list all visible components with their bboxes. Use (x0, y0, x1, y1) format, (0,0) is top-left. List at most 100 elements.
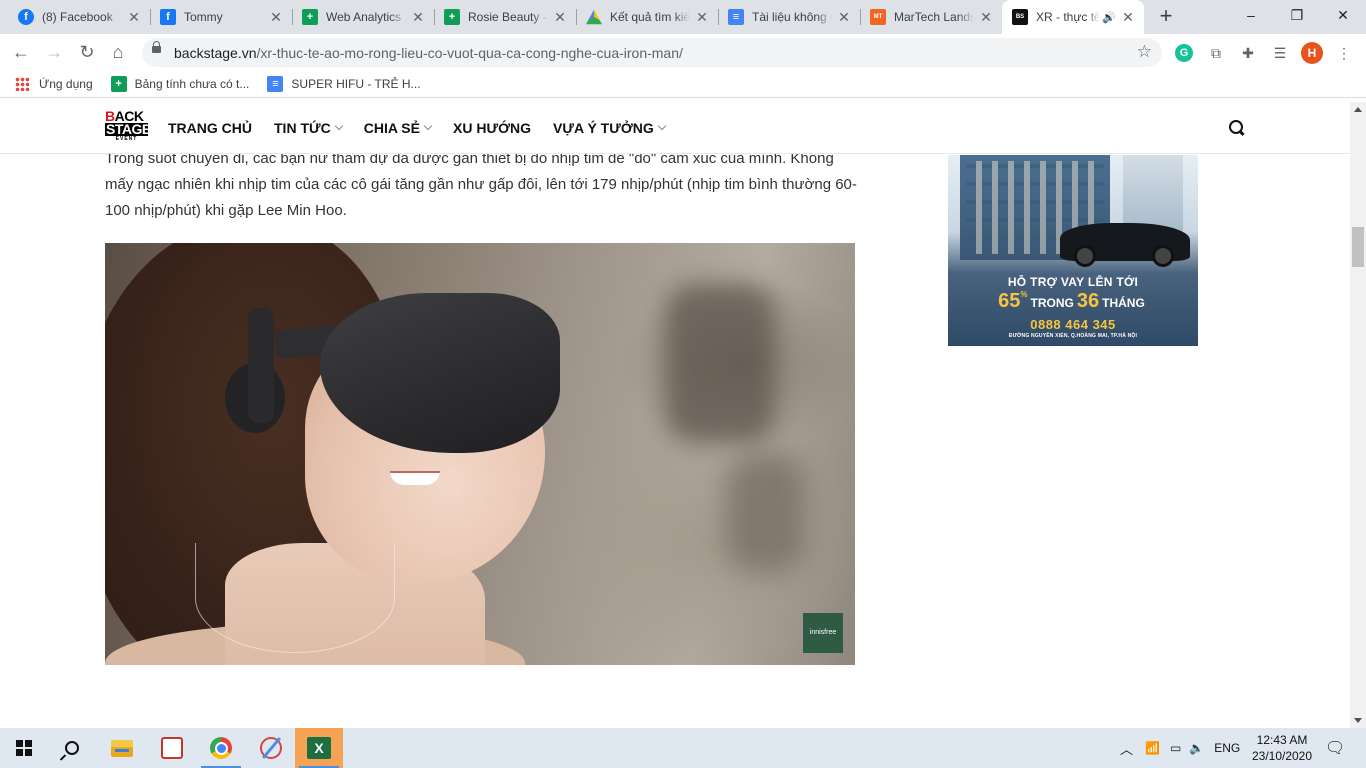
bookmark-apps[interactable]: Ứng dụng (15, 77, 93, 91)
address-bar[interactable]: backstage.vn/xr-thuc-te-ao-mo-rong-lieu-… (142, 38, 1162, 67)
bookmark-super-hifu[interactable]: ≡ SUPER HIFU - TRẺ H... (267, 76, 421, 92)
reload-button[interactable]: ↻ (75, 40, 99, 64)
ad-loan-terms: 65%TRONG 36 THÁNG (998, 290, 1145, 312)
close-window-button[interactable]: ✕ (1320, 0, 1366, 32)
close-icon[interactable]: ✕ (1120, 9, 1136, 25)
forward-button[interactable]: → (42, 40, 66, 64)
chrome-icon (210, 737, 232, 759)
taskbar-chrome[interactable] (197, 728, 245, 768)
clock-date: 23/10/2020 (1251, 749, 1313, 763)
facebook-icon: f (18, 9, 34, 25)
bookmark-spreadsheet[interactable]: + Bảng tính chưa có t... (110, 76, 250, 92)
close-icon[interactable]: ✕ (694, 9, 710, 25)
browser-tab-strip: f (8) Facebook ✕ f Tommy ✕ + Web Analyti… (0, 0, 1366, 34)
backstage-logo[interactable]: BACK STAGE EVENT (105, 109, 151, 144)
taskbar-clock[interactable]: 12:43 AM 23/10/2020 (1242, 732, 1322, 764)
page-scrollbar[interactable] (1350, 102, 1366, 728)
restore-button[interactable]: ❐ (1274, 0, 1320, 32)
tab-martech[interactable]: MT MarTech Landscape ✕ (860, 0, 1002, 34)
folder-icon (111, 739, 133, 757)
close-icon[interactable]: ✕ (410, 9, 426, 25)
tab-untitled-doc[interactable]: ≡ Tài liệu không có ✕ (718, 0, 860, 34)
tab-title: (8) Facebook (42, 10, 113, 24)
search-icon[interactable] (1229, 120, 1245, 136)
tab-web-analytics[interactable]: + Web Analytics ✕ (292, 0, 434, 34)
bookmark-label: Bảng tính chưa có t... (134, 77, 250, 91)
snipping-tool-icon (260, 737, 282, 759)
menu-item-vua-y-tuong[interactable]: VỰA Ý TƯỞNG (553, 120, 667, 136)
wifi-icon[interactable]: 📶 (1145, 741, 1160, 755)
taskbar-app[interactable] (148, 728, 196, 768)
scroll-down-icon[interactable] (1354, 718, 1362, 723)
start-button[interactable] (0, 728, 48, 768)
tab-xr-active[interactable]: BS XR - thực tế 🔊 ✕ (1002, 0, 1144, 34)
back-button[interactable]: ← (9, 40, 33, 64)
url-text[interactable]: backstage.vn/xr-thuc-te-ao-mo-rong-lieu-… (174, 45, 683, 61)
scroll-thumb[interactable] (1352, 227, 1364, 267)
bookmark-label: Ứng dụng (39, 77, 93, 91)
menu-item-trang-chu[interactable]: TRANG CHỦ (168, 120, 252, 136)
menu-item-tin-tuc[interactable]: TIN TỨC (274, 120, 343, 136)
close-icon[interactable]: ✕ (126, 9, 142, 25)
tab-title: XR - thực tế (1036, 10, 1101, 24)
martech-icon: MT (870, 9, 886, 25)
sidebar-ad-banner[interactable]: HỖ TRỢ VAY LÊN TỚI 65%TRONG 36 THÁNG 0888 … (948, 155, 1198, 346)
language-indicator[interactable]: ENG (1214, 741, 1240, 755)
lock-icon[interactable] (152, 41, 161, 53)
close-icon[interactable]: ✕ (268, 9, 284, 25)
close-icon[interactable]: ✕ (978, 9, 994, 25)
tab-facebook[interactable]: f (8) Facebook ✕ (8, 0, 150, 34)
backstage-icon: BS (1012, 9, 1028, 25)
menu-kebab-icon[interactable]: ⋮ (1333, 42, 1355, 64)
media-control-icon[interactable]: ☰ (1269, 42, 1291, 64)
bookmark-star-icon[interactable]: ☆ (1137, 42, 1152, 62)
chevron-down-icon (334, 121, 343, 131)
close-icon[interactable]: ✕ (552, 9, 568, 25)
profile-avatar[interactable]: H (1301, 42, 1323, 64)
scroll-up-icon[interactable] (1354, 107, 1362, 112)
grammarly-icon[interactable]: G (1175, 44, 1193, 62)
facebook-icon: f (160, 9, 176, 25)
extensions-puzzle-icon[interactable]: ✚ (1237, 42, 1259, 64)
taskbar-excel[interactable]: X (295, 728, 343, 768)
google-sheets-icon: + (444, 9, 460, 25)
ad-address: ĐƯỜNG NGUYỄN XIỂN, Q.HOÀNG MAI, TP.HÀ NỘ… (1008, 333, 1138, 339)
tab-search-results[interactable]: Kết quả tìm kiếm ✕ (576, 0, 718, 34)
site-header: BACK STAGE EVENT TRANG CHỦ TIN TỨC CHIA … (0, 102, 1350, 154)
minimize-button[interactable]: – (1228, 0, 1274, 32)
extension-copy-icon[interactable]: ⧉ (1205, 42, 1227, 64)
speaker-icon[interactable]: 🔊 (1102, 11, 1116, 24)
search-icon (65, 741, 79, 755)
tab-title: Rosie Beauty - (468, 10, 547, 24)
taskbar-file-explorer[interactable] (98, 728, 146, 768)
tab-title: Tài liệu không có (752, 10, 832, 24)
battery-icon[interactable]: ▭ (1170, 741, 1181, 755)
taskbar-snipping-tool[interactable] (247, 728, 295, 768)
ad-title: HỖ TRỢ VAY LÊN TỚI (1007, 275, 1139, 289)
google-sheets-icon: + (302, 9, 318, 25)
taskbar-search-button[interactable] (48, 728, 96, 768)
windows-logo-icon (16, 740, 32, 756)
app-icon (161, 737, 183, 759)
tab-tommy[interactable]: f Tommy ✕ (150, 0, 292, 34)
chevron-down-icon (657, 121, 667, 131)
notification-center-icon[interactable]: 🗨 (1325, 728, 1345, 768)
close-icon[interactable]: ✕ (836, 9, 852, 25)
excel-icon: X (307, 737, 331, 759)
home-button[interactable]: ⌂ (106, 40, 130, 64)
bookmark-label: SUPER HIFU - TRẺ H... (291, 77, 421, 91)
tab-rosie-beauty[interactable]: + Rosie Beauty - ✕ (434, 0, 576, 34)
tab-title: Tommy (184, 10, 223, 24)
browser-toolbar: ← → ↻ ⌂ backstage.vn/xr-thuc-te-ao-mo-ro… (0, 34, 1366, 71)
system-tray: ︿ 📶 ▭ 🔈 ENG (1120, 728, 1240, 768)
new-tab-button[interactable]: + (1154, 5, 1178, 29)
google-docs-icon: ≡ (728, 9, 744, 25)
chevron-up-icon[interactable]: ︿ (1120, 739, 1133, 758)
tab-title: Kết quả tìm kiếm (610, 10, 690, 24)
menu-item-chia-se[interactable]: CHIA SẺ (364, 120, 433, 136)
volume-icon[interactable]: 🔈 (1189, 741, 1204, 755)
menu-item-xu-huong[interactable]: XU HƯỚNG (453, 120, 531, 136)
url-path: /xr-thuc-te-ao-mo-rong-lieu-co-vuot-qua-… (256, 45, 683, 61)
image-watermark-logo: innisfree (803, 613, 843, 653)
google-docs-icon: ≡ (267, 76, 284, 92)
